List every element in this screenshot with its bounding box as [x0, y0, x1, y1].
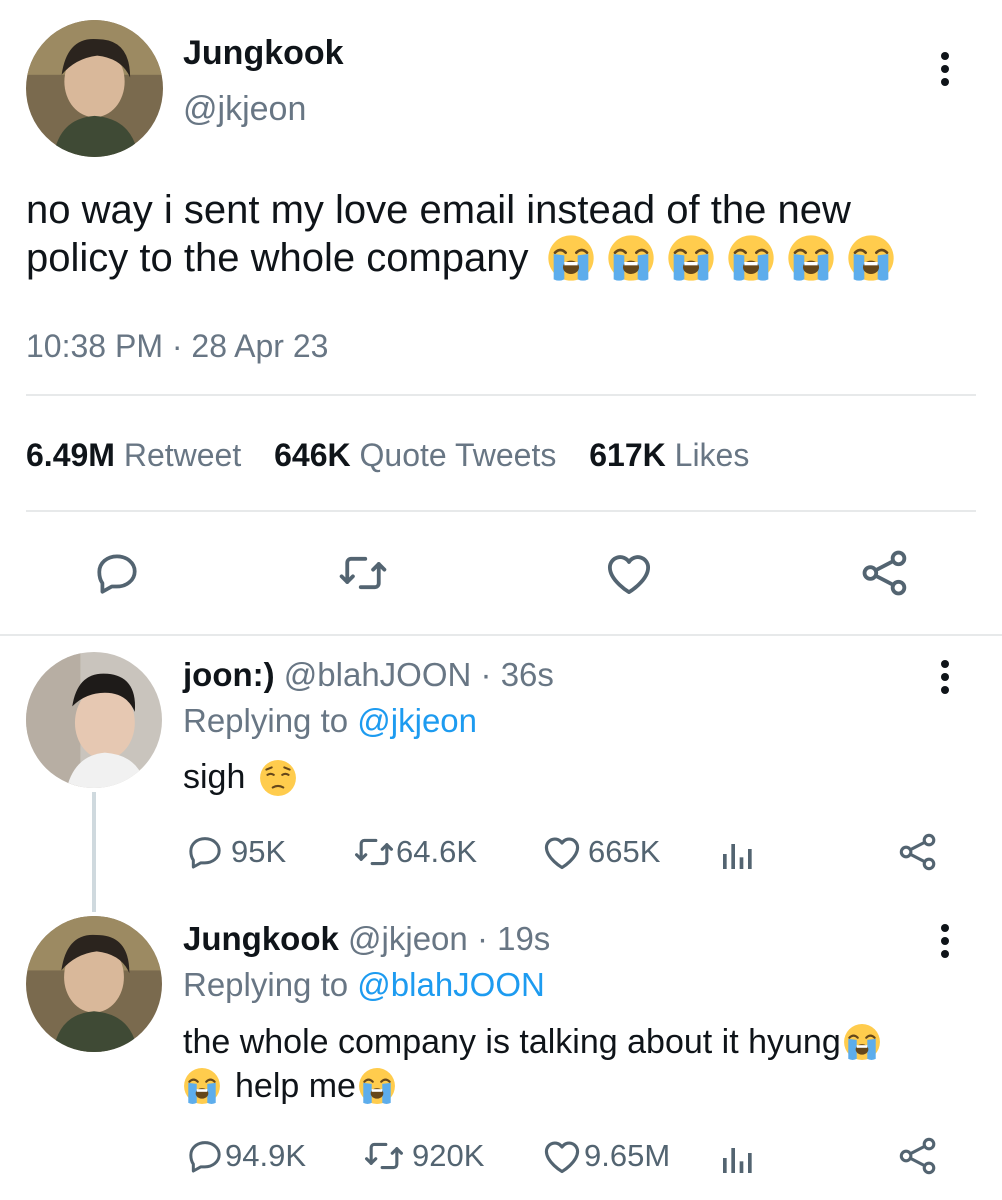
- more-options-icon[interactable]: [940, 924, 950, 963]
- loudly-crying-face-icon: [607, 234, 655, 282]
- like-action[interactable]: 665K: [540, 830, 660, 874]
- retweet-action[interactable]: 64.6K: [352, 830, 477, 874]
- reply-text: sigh: [183, 758, 297, 797]
- replying-prefix: Replying to: [183, 702, 349, 739]
- loudly-crying-face-icon: [358, 1067, 396, 1105]
- reply-text-body: sigh: [183, 758, 246, 796]
- quote-count[interactable]: 646K: [274, 437, 351, 473]
- tweet-timestamp[interactable]: 10:38 PM · 28 Apr 23: [26, 328, 328, 365]
- divider: [26, 394, 976, 396]
- quote-label[interactable]: Quote Tweets: [360, 437, 557, 473]
- reply-author-handle[interactable]: @blahJOON: [284, 656, 472, 693]
- reply-text-line1: the whole company is talking about it hy…: [183, 1023, 841, 1061]
- reply-header: Jungkook @jkjeon · 19s: [183, 920, 550, 958]
- analytics-icon[interactable]: [718, 1138, 758, 1183]
- loudly-crying-face-icon: [843, 1023, 881, 1061]
- more-options-icon[interactable]: [940, 660, 950, 699]
- reply-time[interactable]: · 19s: [477, 920, 550, 957]
- like-icon[interactable]: [602, 546, 656, 605]
- retweet-label[interactable]: Retweet: [124, 437, 241, 473]
- retweet-icon[interactable]: [336, 546, 390, 605]
- retweet-icon: [352, 830, 396, 874]
- emoji-group: [547, 234, 895, 282]
- reply-action[interactable]: 94.9K: [185, 1136, 306, 1176]
- reply-avatar[interactable]: [26, 652, 162, 788]
- reply-avatar[interactable]: [26, 916, 162, 1052]
- likes-count[interactable]: 617K: [589, 437, 666, 473]
- loudly-crying-face-icon: [547, 234, 595, 282]
- tweet-text: no way i sent my love email instead of t…: [26, 186, 996, 282]
- loudly-crying-face-icon: [787, 234, 835, 282]
- share-icon[interactable]: [896, 1134, 940, 1183]
- reply-count: 95K: [231, 834, 287, 869]
- reply-time[interactable]: · 36s: [481, 656, 554, 693]
- author-avatar[interactable]: [26, 20, 163, 157]
- replying-prefix: Replying to: [183, 966, 349, 1003]
- tweet-stats: 6.49M Retweet 646K Quote Tweets 617K Lik…: [26, 437, 749, 474]
- thread-line: [92, 792, 96, 912]
- replying-to: Replying to @blahJOON: [183, 966, 545, 1004]
- retweet-count: 64.6K: [396, 834, 478, 869]
- replying-to: Replying to @jkjeon: [183, 702, 477, 740]
- like-icon: [540, 830, 584, 874]
- retweet-count[interactable]: 6.49M: [26, 437, 115, 473]
- loudly-crying-face-icon: [667, 234, 715, 282]
- share-icon[interactable]: [896, 830, 940, 879]
- loudly-crying-face-icon: [847, 234, 895, 282]
- like-count: 665K: [588, 834, 661, 869]
- reply-icon: [185, 1136, 225, 1176]
- more-options-icon[interactable]: [940, 52, 950, 91]
- retweet-icon: [362, 1134, 406, 1178]
- like-count: 9.65M: [584, 1138, 671, 1173]
- like-icon: [540, 1134, 584, 1178]
- author-name[interactable]: Jungkook: [183, 34, 344, 73]
- tweet-text-line2: policy to the whole company: [26, 236, 529, 280]
- reply-author-handle[interactable]: @jkjeon: [348, 920, 468, 957]
- replying-to-handle[interactable]: @blahJOON: [357, 966, 545, 1003]
- pensive-face-icon: [259, 759, 297, 797]
- reply-action[interactable]: 95K: [185, 832, 286, 872]
- replying-to-handle[interactable]: @jkjeon: [357, 702, 477, 739]
- reply-author-name[interactable]: joon:): [183, 656, 275, 693]
- divider: [26, 510, 976, 512]
- reply-count: 94.9K: [225, 1138, 307, 1173]
- author-handle[interactable]: @jkjeon: [183, 90, 306, 129]
- loudly-crying-face-icon: [183, 1067, 221, 1105]
- reply-text-line2: help me: [235, 1067, 356, 1105]
- retweet-action[interactable]: 920K: [362, 1134, 484, 1178]
- divider: [0, 634, 1002, 636]
- share-icon[interactable]: [858, 546, 912, 605]
- tweet-text-line1: no way i sent my love email instead of t…: [26, 188, 851, 232]
- like-action[interactable]: 9.65M: [540, 1134, 670, 1178]
- likes-label[interactable]: Likes: [675, 437, 750, 473]
- reply-icon: [185, 832, 225, 872]
- retweet-count: 920K: [412, 1138, 485, 1173]
- reply-text: the whole company is talking about it hy…: [183, 1020, 881, 1108]
- analytics-icon[interactable]: [718, 834, 758, 879]
- reply-author-name[interactable]: Jungkook: [183, 920, 339, 957]
- loudly-crying-face-icon: [727, 234, 775, 282]
- reply-header: joon:) @blahJOON · 36s: [183, 656, 554, 694]
- reply-icon[interactable]: [92, 548, 142, 603]
